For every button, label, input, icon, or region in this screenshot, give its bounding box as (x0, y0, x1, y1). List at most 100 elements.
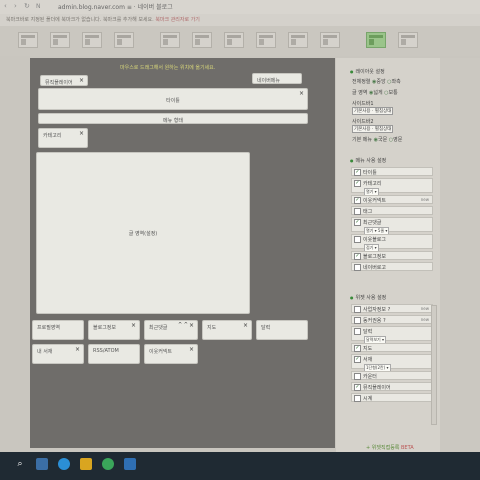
widget-label: 달력 (261, 325, 271, 331)
close-icon[interactable]: × (189, 322, 194, 329)
close-icon[interactable]: × (75, 346, 80, 353)
widget-item[interactable]: 동커권용 ? new (351, 315, 433, 324)
layout-option[interactable] (320, 32, 340, 48)
basic-menu-korean[interactable]: 국문 (378, 137, 387, 143)
layout-option[interactable] (82, 32, 102, 48)
widget-post-area[interactable]: 글 영역(설정) (36, 152, 250, 314)
widget-menu[interactable]: 메뉴 형태 (38, 113, 308, 124)
widget-naver-menu[interactable]: 네이버메뉴 (252, 73, 302, 84)
close-icon[interactable]: × (299, 90, 304, 97)
checkbox-icon[interactable] (354, 306, 361, 313)
forward-icon[interactable]: › (14, 2, 17, 10)
layout-option[interactable] (398, 32, 418, 48)
menu-item[interactable]: ✓ 최근댓글 열기 ▾ 5줄 ▾ (351, 217, 433, 235)
widget-item-label: 서재 (363, 357, 373, 363)
search-icon[interactable]: ⌕ (14, 458, 26, 470)
checkbox-icon[interactable] (354, 264, 361, 271)
folder-icon[interactable] (80, 458, 92, 470)
reload-icon[interactable]: ↻ (24, 2, 30, 10)
checkbox-icon[interactable] (354, 317, 361, 324)
widget-map[interactable]: 지도 × (202, 320, 252, 340)
widget-calendar[interactable]: 달력 (256, 320, 308, 340)
layout-option-selected[interactable] (366, 32, 386, 48)
checkbox-checked-icon[interactable]: ✓ (354, 219, 361, 226)
widget-profile[interactable]: 프로필영역 (32, 320, 84, 340)
widget-label: 내 서재 (37, 349, 53, 355)
menu-settings-title: 메뉴 사용 설정 (350, 157, 387, 164)
menu-item-label: 블로그정보 (363, 254, 387, 260)
menu-item[interactable]: 네이버로고 (351, 262, 433, 271)
widget-item[interactable]: ✓ 서재 1단형(2칸) ▾ (351, 354, 433, 372)
widget-item[interactable]: 카운터 (351, 371, 433, 380)
layout-option[interactable] (114, 32, 134, 48)
menu-item[interactable]: ✓ 이웃커넥트 new (351, 195, 433, 204)
checkbox-checked-icon[interactable]: ✓ (354, 345, 361, 352)
layout-option[interactable] (50, 32, 70, 48)
widget-item-label: 동커권용 ? (363, 318, 386, 324)
post-area-normal[interactable]: 보통 (389, 90, 398, 96)
back-icon[interactable]: ‹ (4, 2, 7, 10)
widget-item[interactable]: ✓ 지도 (351, 343, 433, 352)
layout-option[interactable] (256, 32, 276, 48)
menu-item[interactable]: ✓ 카테고리 열기 ▾ (351, 178, 433, 196)
drag-hint: 마우스로 드래그해서 원하는 위치에 옮기세요. (120, 65, 216, 71)
menu-item[interactable]: 태그 (351, 206, 433, 215)
chrome-icon[interactable] (102, 458, 114, 470)
checkbox-checked-icon[interactable]: ✓ (354, 384, 361, 391)
checkbox-checked-icon[interactable]: ✓ (354, 197, 361, 204)
checkbox-checked-icon[interactable]: ✓ (354, 169, 361, 176)
sidebar2-select[interactable]: 기본사용 · 펼침상태 (352, 125, 394, 133)
widget-label: 타이틀 (166, 98, 180, 104)
checkbox-icon[interactable] (354, 373, 361, 380)
widget-item[interactable]: ✓ 뮤직플레이어 (351, 382, 433, 391)
beta-badge: BETA (401, 445, 414, 451)
layout-option[interactable] (224, 32, 244, 48)
post-area-wide[interactable]: 넓게 (373, 90, 382, 96)
add-widget-button[interactable]: + 위젯직접등록 BETA (366, 444, 414, 451)
close-icon[interactable]: × (79, 130, 84, 137)
layout-canvas: 마우스로 드래그해서 원하는 위치에 옮기세요. 뮤직플레이어 × 네이버메뉴 … (30, 58, 335, 448)
close-icon[interactable]: × (79, 77, 84, 84)
task-view-icon[interactable] (36, 458, 48, 470)
checkbox-icon[interactable] (354, 328, 361, 335)
close-icon[interactable]: × (131, 322, 136, 329)
widget-recent-comments[interactable]: 최근댓글 ^ ^ × (144, 320, 198, 340)
widget-label: 블로그정보 (93, 325, 117, 331)
widget-title[interactable]: 타이틀 × (38, 88, 308, 110)
widget-item[interactable]: 시계 (351, 393, 433, 402)
address-bar[interactable]: admin.blog.naver.com ≡ · 네이버 블로그 (58, 2, 173, 11)
widget-rss[interactable]: RSS/ATOM (88, 344, 140, 364)
checkbox-checked-icon[interactable]: ✓ (354, 253, 361, 260)
widget-my-library[interactable]: 내 서재 × (32, 344, 84, 364)
align-option-left[interactable]: 좌측 (392, 79, 401, 85)
checkbox-icon[interactable] (354, 236, 361, 243)
checkbox-checked-icon[interactable]: ✓ (354, 356, 361, 363)
align-option-center[interactable]: 중앙 (376, 79, 385, 85)
menu-item[interactable]: ✓ 블로그정보 (351, 251, 433, 260)
chevron-up-down-icon[interactable]: ^ ^ (178, 322, 188, 328)
bookmark-manager-link[interactable]: 북마크 관리자로 가기 (155, 17, 200, 23)
widget-item[interactable]: 사업자정보 ? new (351, 304, 433, 313)
app-icon[interactable] (124, 458, 136, 470)
widget-blog-info[interactable]: 블로그정보 × (88, 320, 140, 340)
widget-list-scrollbar[interactable] (431, 305, 437, 425)
close-icon[interactable]: × (243, 322, 248, 329)
widget-music-player[interactable]: 뮤직플레이어 × (40, 75, 88, 86)
layout-option[interactable] (288, 32, 308, 48)
edge-icon[interactable] (58, 458, 70, 470)
checkbox-icon[interactable] (354, 208, 361, 215)
sidebar1-select[interactable]: 기본사용 · 펼침상태 (352, 107, 394, 115)
checkbox-icon[interactable] (354, 395, 361, 402)
widget-item[interactable]: 달력 달력보기 ▾ (351, 326, 433, 344)
widget-category[interactable]: 카테고리 × (38, 128, 88, 148)
checkbox-checked-icon[interactable]: ✓ (354, 180, 361, 187)
layout-option[interactable] (18, 32, 38, 48)
close-icon[interactable]: × (189, 346, 194, 353)
widget-label: 최근댓글 (149, 325, 168, 331)
widget-neighbor-connect[interactable]: 이웃커넥트 × (144, 344, 198, 364)
menu-item[interactable]: ✓ 타이틀 (351, 167, 433, 176)
basic-menu-english[interactable]: 영문 (393, 137, 402, 143)
layout-option[interactable] (192, 32, 212, 48)
layout-option[interactable] (160, 32, 180, 48)
menu-item[interactable]: 이웃블로그 접기 ▾ (351, 234, 433, 252)
